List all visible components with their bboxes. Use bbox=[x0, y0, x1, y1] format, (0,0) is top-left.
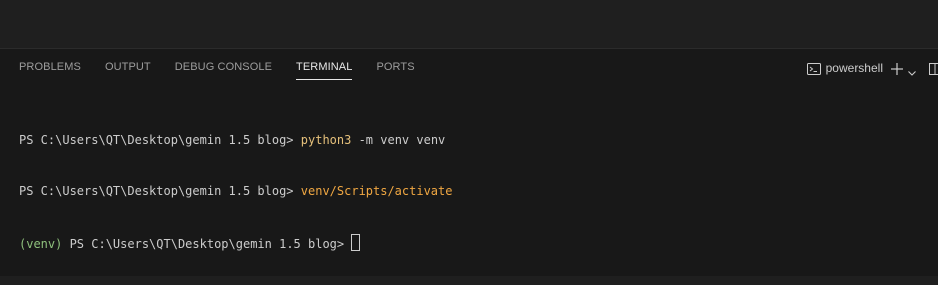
terminal-command: python3 bbox=[301, 133, 352, 147]
chevron-down-icon[interactable] bbox=[907, 63, 917, 73]
terminal-command: venv/Scripts/activate bbox=[301, 184, 453, 198]
panel-actions: powershell bbox=[807, 59, 938, 77]
terminal-args: -m venv venv bbox=[351, 133, 445, 147]
terminal-line: PS C:\Users\QT\Desktop\gemin 1.5 blog> v… bbox=[19, 183, 452, 200]
terminal-shell-button[interactable]: powershell bbox=[807, 61, 883, 75]
editor-area bbox=[0, 0, 938, 48]
plus-icon[interactable] bbox=[890, 61, 904, 75]
terminal-cursor[interactable] bbox=[351, 234, 360, 251]
terminal-output[interactable]: PS C:\Users\QT\Desktop\gemin 1.5 blog> p… bbox=[19, 98, 452, 285]
terminal-line: (venv) PS C:\Users\QT\Desktop\gemin 1.5 … bbox=[19, 234, 452, 251]
split-panel-icon[interactable] bbox=[929, 61, 938, 75]
terminal-icon bbox=[807, 61, 821, 75]
venv-indicator: (venv) bbox=[19, 237, 62, 251]
terminal-prompt: PS C:\Users\QT\Desktop\gemin 1.5 blog> bbox=[19, 133, 301, 147]
terminal-shell-label: powershell bbox=[826, 61, 883, 75]
panel-tabs: PROBLEMS OUTPUT DEBUG CONSOLE TERMINAL P… bbox=[19, 61, 439, 79]
bottom-panel: PROBLEMS OUTPUT DEBUG CONSOLE TERMINAL P… bbox=[0, 48, 938, 276]
tab-problems[interactable]: PROBLEMS bbox=[19, 61, 81, 78]
tab-debug-console[interactable]: DEBUG CONSOLE bbox=[175, 61, 272, 78]
tab-terminal[interactable]: TERMINAL bbox=[296, 61, 352, 78]
terminal-line: PS C:\Users\QT\Desktop\gemin 1.5 blog> p… bbox=[19, 132, 452, 149]
tab-ports[interactable]: PORTS bbox=[376, 61, 414, 78]
terminal-prompt: PS C:\Users\QT\Desktop\gemin 1.5 blog> bbox=[62, 237, 351, 251]
terminal-prompt: PS C:\Users\QT\Desktop\gemin 1.5 blog> bbox=[19, 184, 301, 198]
tab-output[interactable]: OUTPUT bbox=[105, 61, 151, 78]
